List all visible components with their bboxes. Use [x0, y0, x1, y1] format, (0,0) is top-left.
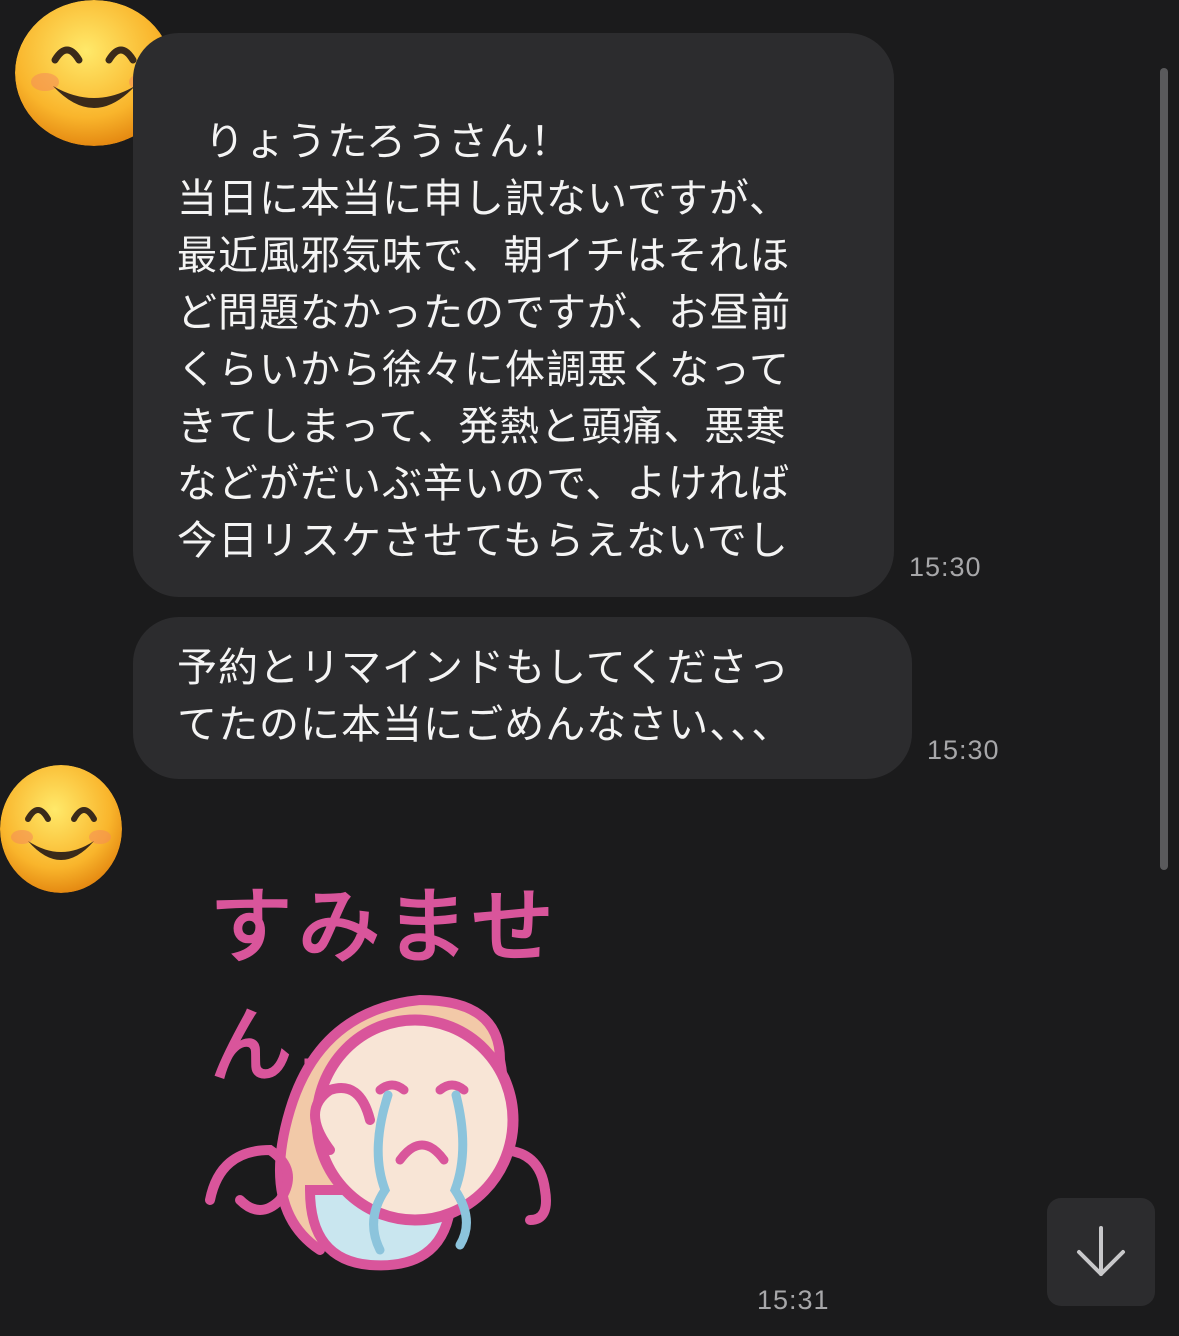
sender-avatar[interactable] [0, 765, 122, 893]
arrow-down-icon [1077, 1226, 1125, 1276]
sticker-image[interactable]: すみません… [200, 850, 720, 1290]
smiling-face-icon [0, 765, 122, 893]
message-timestamp: 15:30 [909, 552, 982, 582]
scroll-to-bottom-button[interactable] [1047, 1198, 1155, 1306]
crying-girl-illustration [205, 994, 551, 1271]
message-timestamp: 15:30 [927, 735, 1000, 765]
message-timestamp: 15:31 [757, 1285, 830, 1315]
scrollbar[interactable] [1160, 68, 1168, 870]
message-text: 予約とリマインドもしてくださっ てたのに本当にごめんなさい、、、 [177, 645, 793, 748]
